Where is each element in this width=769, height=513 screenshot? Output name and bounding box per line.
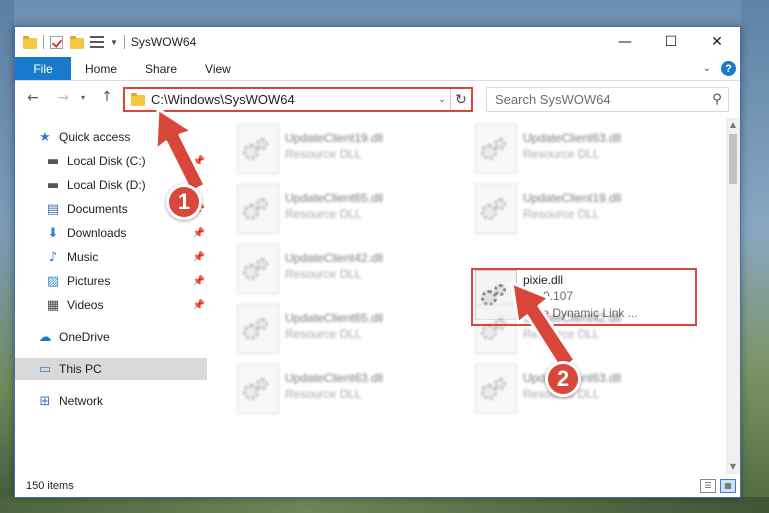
step-1-badge: 1 — [166, 184, 202, 220]
step-2-badge: 2 — [545, 361, 581, 397]
arrow-2 — [510, 281, 577, 372]
annotation-arrows — [154, 107, 577, 372]
arrow-1 — [154, 107, 207, 194]
